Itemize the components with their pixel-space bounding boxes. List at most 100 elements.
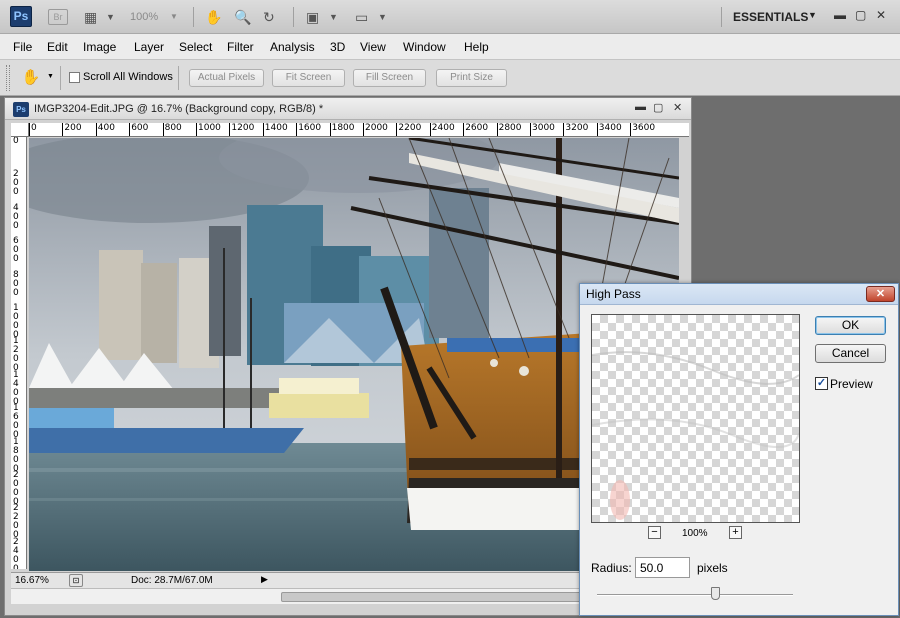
document-size-info: Doc: 28.7M/67.0M [131,575,213,586]
restore-icon[interactable]: ▢ [653,101,663,114]
menu-image[interactable]: Image [83,40,116,54]
preview-zoom-level: 100% [682,528,708,539]
radius-label: Radius: [591,561,632,575]
scrollbar-thumb[interactable] [281,592,611,602]
radius-slider-thumb[interactable] [710,587,720,600]
status-arrow-icon[interactable]: ▶ [261,574,268,585]
high-pass-dialog: High Pass ✕ − 100% + OK Cancel ✓ Preview… [579,283,899,616]
print-size-button[interactable]: Print Size [436,69,507,87]
document-title: IMGP3204-Edit.JPG @ 16.7% (Background co… [34,103,324,115]
minimize-icon[interactable]: ▬ [834,8,846,22]
status-menu-icon[interactable]: ⊡ [69,574,83,587]
close-icon[interactable]: ✕ [673,101,682,114]
ruler-tick-label: 2 0 0 0 [13,470,19,507]
actual-pixels-button[interactable]: Actual Pixels [189,69,264,87]
preview-zoom-out-button[interactable]: − [648,526,661,539]
menu-analysis[interactable]: Analysis [270,40,315,54]
separator [178,66,179,90]
preview-checkbox[interactable]: ✓ [815,377,828,390]
restore-icon[interactable]: ▢ [855,8,866,22]
ruler-tick-label: 2000 [363,123,388,136]
ruler-tick-label: 400 [95,123,115,136]
film-icon[interactable]: ▦ [84,8,97,26]
rotate-icon[interactable]: ↻ [263,8,275,26]
menu-layer[interactable]: Layer [134,40,164,54]
ruler-tick-label: 1 0 0 0 [13,303,19,340]
chevron-down-icon[interactable]: ▼ [378,8,387,26]
chevron-down-icon[interactable]: ▼ [808,10,817,20]
menu-view[interactable]: View [360,40,386,54]
bridge-launch-button[interactable]: Br [48,9,68,25]
hand-icon[interactable]: ✋ [205,8,222,26]
ruler-tick-label: 1 6 0 0 [13,403,19,441]
separator [293,7,294,27]
ruler-tick-label: 3400 [596,123,622,136]
chevron-down-icon[interactable]: ▼ [170,8,178,26]
preview-label: Preview [830,377,873,391]
menu-window[interactable]: Window [403,40,446,54]
ruler-tick-label: 2800 [496,123,522,136]
workspace-switcher[interactable]: ESSENTIALS [733,10,808,24]
ruler-tick-label: 600 [129,123,148,136]
menu-filter[interactable]: Filter [227,40,254,54]
ruler-origin[interactable] [11,123,29,137]
ruler-tick-label: 2 2 0 0 [13,503,19,541]
fill-screen-button[interactable]: Fill Screen [353,69,426,87]
arrange-icon[interactable]: ▣ [306,8,319,26]
dialog-title-bar[interactable]: High Pass ✕ [580,284,898,305]
menu-select[interactable]: Select [179,40,212,54]
ruler-tick-label: 1 4 0 0 [13,369,19,407]
ruler-tick-label: 3600 [630,123,655,136]
zoom-icon[interactable]: 🔍 [234,8,251,26]
scroll-all-windows-checkbox[interactable] [69,72,80,86]
radius-slider-track[interactable] [597,594,793,596]
separator [60,66,61,90]
menu-3d[interactable]: 3D [330,40,345,54]
radius-input[interactable] [635,557,690,578]
photoshop-logo[interactable]: Ps [10,6,32,27]
menu-edit[interactable]: Edit [47,40,68,54]
document-title-bar[interactable]: Ps IMGP3204-Edit.JPG @ 16.7% (Background… [5,98,691,120]
vertical-ruler[interactable]: 0 2 0 0 4 0 0 6 0 0 8 0 0 1 0 0 01 2 0 01 4 0… [11,137,27,569]
screen-mode-icon[interactable]: ▭ [355,8,368,26]
separator [193,7,194,27]
menu-file[interactable]: File [13,40,32,54]
ruler-tick-label: 2200 [396,123,421,136]
ruler-tick-label: 4 0 0 [13,202,19,231]
menu-bar: File Edit Image Layer Select Filter Anal… [0,34,900,60]
chevron-down-icon[interactable]: ▼ [47,73,54,80]
ruler-tick-label: 1000 [196,123,221,136]
hand-tool-icon[interactable]: ✋ [18,68,44,88]
cancel-button[interactable]: Cancel [815,344,886,363]
document-ps-icon: Ps [13,102,29,117]
preview-zoom-in-button[interactable]: + [729,526,742,539]
dialog-title: High Pass [586,287,641,301]
ruler-tick-label: 1800 [329,123,355,136]
ruler-tick-label: 200 [62,123,82,136]
application-bar: Ps Br ▦ ▼ 100% ▼ ✋ 🔍 ↻ ▣ ▼ ▭ ▼ ESSENTIAL… [0,0,900,34]
separator [721,7,722,27]
chevron-down-icon[interactable]: ▼ [329,8,338,26]
radius-unit-label: pixels [697,561,728,575]
ruler-tick-label: 800 [162,123,182,136]
ruler-tick-label: 0 [29,123,37,136]
scroll-all-windows-label: Scroll All Windows [83,71,173,83]
document-zoom-field[interactable]: 16.67% [15,575,49,586]
menu-help[interactable]: Help [464,40,489,54]
ruler-tick-label: 3200 [563,123,588,136]
ruler-tick-label: 1 8 0 0 [13,436,19,474]
ok-button[interactable]: OK [815,316,886,335]
ruler-tick-label: 1200 [229,123,254,136]
filter-preview-pane[interactable] [591,314,800,523]
close-icon[interactable]: ✕ [876,8,886,22]
ruler-tick-label: 2600 [463,123,488,136]
dialog-close-button[interactable]: ✕ [866,286,895,302]
ruler-tick-label: 0 [13,137,19,146]
fit-screen-button[interactable]: Fit Screen [272,69,345,87]
options-grip[interactable] [6,65,10,91]
horizontal-ruler[interactable]: 0 200 400 600 800 1000 1200 1400 1600 1800 2000 220… [29,123,689,137]
ruler-tick-label: 8 0 0 [13,269,19,298]
minimize-icon[interactable]: ▬ [635,101,646,113]
ruler-tick-label: 6 0 0 [13,236,19,265]
chevron-down-icon[interactable]: ▼ [106,8,115,26]
